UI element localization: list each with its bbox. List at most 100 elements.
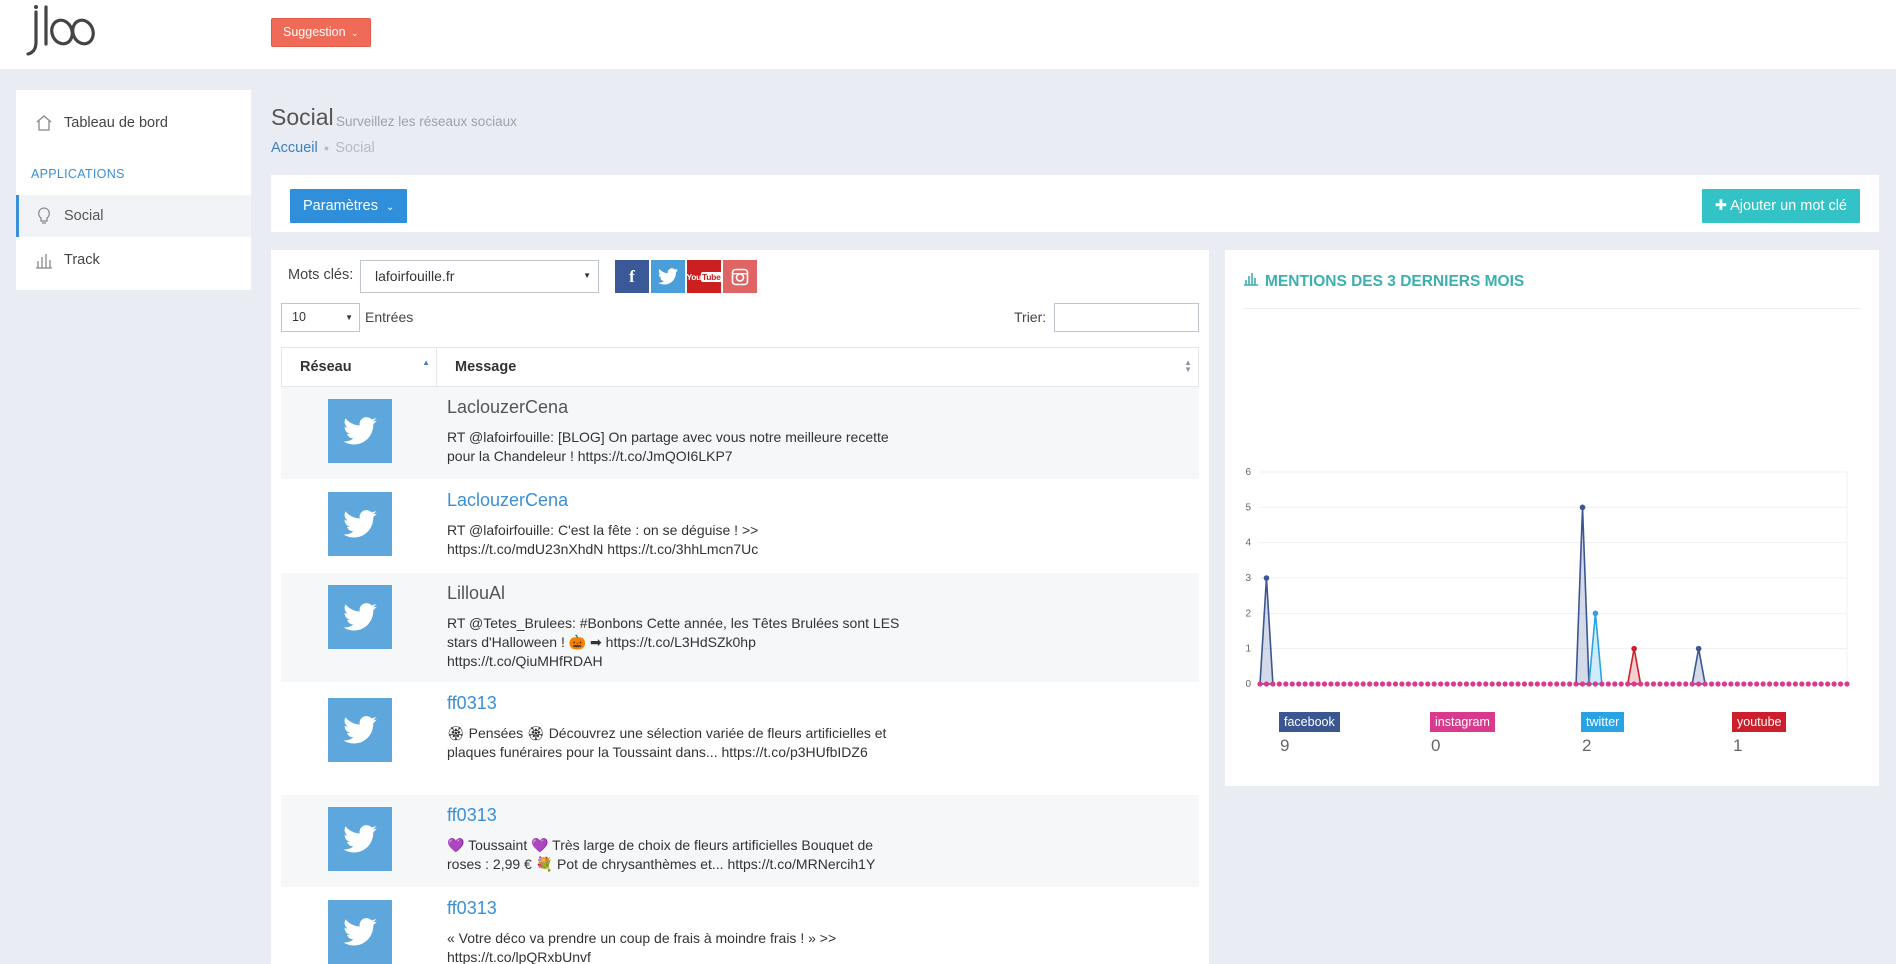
- sidebar-item-dashboard[interactable]: Tableau de bord: [16, 102, 251, 144]
- breadcrumb: Accueil ● Social: [271, 140, 375, 156]
- network-cell: [281, 888, 436, 964]
- mentions-table: Réseau ▲ Message ▲ ▼ LaclouzerCena RT @la…: [281, 347, 1199, 964]
- baseline-point: [1405, 681, 1411, 687]
- series-facebook-point: [1695, 645, 1702, 652]
- sidebar: Tableau de bord APPLICATIONS Social Trac…: [16, 90, 251, 290]
- baseline-point: [1650, 681, 1657, 687]
- baseline-point: [1573, 681, 1579, 687]
- legend-badge: instagram: [1430, 712, 1495, 732]
- table-row: ff0313 « Votre déco va prendre un coup d…: [281, 888, 1199, 964]
- baseline-point: [1515, 681, 1521, 687]
- baseline-point: [1321, 681, 1328, 687]
- toolbar-panel: Paramètres ⌄ ✚ Ajouter un mot clé: [271, 175, 1879, 232]
- legend-twitter[interactable]: twitter 2: [1581, 712, 1625, 756]
- keyword-select[interactable]: lafoirfouille.fr ▼: [360, 260, 599, 293]
- baseline-point: [1289, 681, 1295, 687]
- baseline-point: [1599, 681, 1605, 687]
- series-facebook-point: [1579, 504, 1586, 511]
- lightbulb-icon: [34, 206, 54, 226]
- table-header: Réseau ▲ Message ▲ ▼: [281, 347, 1199, 387]
- legend-badge: twitter: [1581, 712, 1625, 732]
- baseline-point: [1567, 681, 1573, 687]
- baseline-point: [1592, 681, 1599, 687]
- author-name[interactable]: ff0313: [447, 693, 1199, 714]
- message-cell: ff0313 « Votre déco va prendre un coup d…: [436, 888, 1199, 964]
- author-name[interactable]: ff0313: [447, 898, 1199, 919]
- instagram-filter-button[interactable]: [723, 260, 757, 293]
- baseline-point: [1786, 681, 1792, 687]
- baseline-point: [1438, 681, 1444, 687]
- baseline-point: [1457, 681, 1463, 687]
- author-name[interactable]: LaclouzerCena: [447, 397, 1199, 418]
- entries-label: Entrées: [365, 309, 414, 325]
- legend-count: 1: [1733, 736, 1743, 755]
- baseline-point: [1547, 681, 1553, 687]
- baseline-point: [1560, 681, 1566, 687]
- youtube-filter-button[interactable]: YouTube: [687, 260, 722, 293]
- baseline-point: [1754, 681, 1760, 687]
- twitter-filter-button[interactable]: [651, 260, 685, 293]
- baseline-point: [1418, 681, 1424, 687]
- baseline-point: [1463, 681, 1470, 687]
- chevron-down-icon: ⌄: [385, 202, 395, 213]
- baseline-point: [1496, 681, 1502, 687]
- twitter-icon: [328, 900, 392, 964]
- message-text: 💜 Toussaint 💜 Très large de choix de fle…: [447, 837, 876, 872]
- mentions-chart-panel: MENTIONS DES 3 DERNIERS MOIS 0123456 fac…: [1225, 250, 1879, 786]
- message-text: RT @lafoirfouille: C'est la fête : on se…: [447, 522, 759, 557]
- series-youtube-spike: [1626, 648, 1642, 685]
- baseline-point: [1818, 681, 1824, 687]
- series-facebook-spike: [1691, 648, 1707, 685]
- baseline-point: [1315, 681, 1321, 687]
- message-text: RT @Tetes_Brulees: #Bonbons Cette année,…: [447, 615, 900, 669]
- y-tick-label: 6: [1245, 467, 1251, 478]
- instagram-icon: [731, 268, 749, 285]
- baseline-point: [1741, 681, 1747, 687]
- add-keyword-button[interactable]: ✚ Ajouter un mot clé: [1701, 189, 1860, 223]
- author-name[interactable]: LillouAl: [447, 583, 1199, 604]
- series-youtube-point: [1631, 645, 1637, 652]
- network-cell: [281, 573, 436, 682]
- baseline-point: [1502, 681, 1508, 687]
- message-cell: LaclouzerCena RT @lafoirfouille: C'est l…: [436, 480, 1199, 572]
- baseline-point: [1844, 681, 1850, 687]
- network-cell: [281, 683, 436, 794]
- baseline-point: [1328, 681, 1334, 687]
- page-subtitle: Surveillez les réseaux sociaux: [336, 114, 517, 129]
- breadcrumb-separator-icon: ●: [323, 143, 330, 153]
- baseline-point: [1825, 681, 1831, 687]
- baseline-point: [1670, 681, 1676, 687]
- baseline-point: [1412, 681, 1418, 687]
- facebook-filter-button[interactable]: f: [615, 260, 649, 293]
- jlao-logo[interactable]: [26, 4, 98, 56]
- message-cell: ff0313 💜 Toussaint 💜 Très large de choix…: [436, 795, 1199, 887]
- table-row: ff0313 💜 Toussaint 💜 Très large de choix…: [281, 795, 1199, 887]
- y-tick-label: 2: [1245, 608, 1251, 619]
- baseline-point: [1689, 681, 1695, 687]
- entries-per-page-select[interactable]: 10 ▼: [281, 303, 360, 332]
- sidebar-item-social[interactable]: Social: [16, 195, 251, 237]
- mentions-table-panel: Mots clés: lafoirfouille.fr ▼ f YouTube …: [271, 250, 1209, 964]
- author-name[interactable]: LaclouzerCena: [447, 490, 1199, 511]
- column-header-message[interactable]: Message ▲ ▼: [437, 348, 1198, 386]
- baseline-point: [1541, 681, 1547, 687]
- baseline-point: [1470, 681, 1476, 687]
- legend-youtube[interactable]: youtube 1: [1732, 712, 1787, 756]
- search-input[interactable]: [1054, 303, 1199, 332]
- sidebar-item-label: Tableau de bord: [64, 115, 168, 131]
- baseline-point: [1683, 681, 1689, 687]
- suggestion-button[interactable]: Suggestion ⌄: [271, 18, 371, 47]
- baseline-point: [1586, 681, 1592, 687]
- legend-badge: youtube: [1732, 712, 1787, 732]
- legend-instagram[interactable]: instagram 0: [1430, 712, 1495, 756]
- breadcrumb-home-link[interactable]: Accueil: [271, 140, 318, 156]
- baseline-point: [1534, 681, 1540, 687]
- entries-select-value: 10: [292, 310, 306, 324]
- parameters-button[interactable]: Paramètres ⌄: [290, 189, 408, 223]
- baseline-point: [1354, 681, 1360, 687]
- column-header-network[interactable]: Réseau ▲: [282, 348, 437, 386]
- author-name[interactable]: ff0313: [447, 805, 1199, 826]
- legend-facebook[interactable]: facebook 9: [1279, 712, 1340, 756]
- sidebar-item-track[interactable]: Track: [16, 239, 251, 281]
- search-label: Trier:: [1014, 309, 1047, 325]
